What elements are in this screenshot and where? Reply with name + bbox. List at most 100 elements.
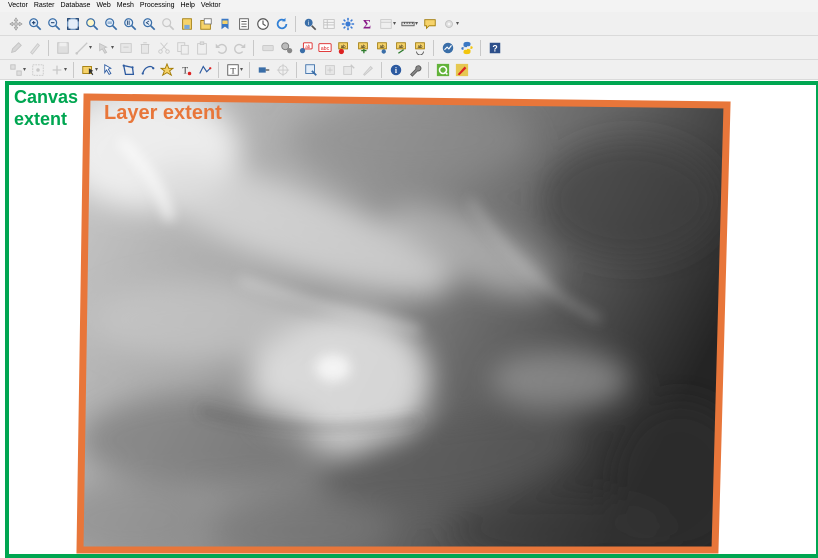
text-annotation-icon[interactable]: T	[178, 62, 193, 77]
chevron-down-icon[interactable]: ▾	[89, 44, 92, 51]
zoom-out-icon[interactable]	[46, 16, 61, 31]
attribute-table-icon[interactable]	[321, 16, 336, 31]
show-bookmarks-icon[interactable]	[198, 16, 213, 31]
move-label-icon[interactable]: abc	[317, 40, 332, 55]
brush-icon[interactable]	[360, 62, 375, 77]
text-box-icon[interactable]: T	[225, 62, 240, 77]
cut-features-icon[interactable]	[156, 40, 171, 55]
menu-item-mesh[interactable]: Mesh	[114, 0, 137, 12]
label-edit-icon[interactable]: ab	[393, 40, 408, 55]
attribute-book-icon[interactable]	[236, 16, 251, 31]
svg-text:T: T	[230, 65, 236, 75]
add-feature-icon[interactable]	[322, 62, 337, 77]
zoom-full-icon[interactable]	[65, 16, 80, 31]
tracing-icon[interactable]	[197, 62, 212, 77]
rotate-label-icon[interactable]: ab	[336, 40, 351, 55]
edit-pencil-icon[interactable]	[8, 40, 23, 55]
menu-item-web[interactable]: Web	[93, 0, 113, 12]
svg-text:ab: ab	[398, 44, 403, 49]
menu-item-vector[interactable]: Vector	[0, 0, 31, 12]
show-hide-labels-icon[interactable]: ab	[298, 40, 313, 55]
advanced-digitize-icon[interactable]	[30, 62, 45, 77]
snapping-icon[interactable]	[8, 62, 23, 77]
toolbar-separator	[296, 61, 298, 78]
pin-labels-icon[interactable]	[279, 40, 294, 55]
chevron-down-icon[interactable]: ▾	[64, 66, 67, 73]
chevron-down-icon[interactable]: ▾	[456, 20, 459, 27]
svg-text:?: ?	[492, 43, 497, 53]
save-edits-icon[interactable]	[55, 40, 70, 55]
new-bookmark-icon[interactable]	[179, 16, 194, 31]
toolbar-separator	[295, 15, 296, 32]
zoom-layer-icon[interactable]	[103, 16, 118, 31]
pan-icon[interactable]	[8, 16, 23, 31]
toolbar-separator	[48, 39, 49, 56]
advanced-toolbar: ▾ ▾ ▾ T T ▾ i	[0, 60, 818, 80]
svg-text:ab: ab	[379, 44, 384, 49]
paste-features-icon[interactable]	[194, 40, 209, 55]
select-polygon-icon[interactable]	[102, 62, 117, 77]
menu-item-processing[interactable]: Processing	[137, 0, 178, 12]
toolbar-separator	[381, 61, 383, 78]
statistics-icon[interactable]: Σ	[359, 16, 374, 31]
identify-icon[interactable]: i	[302, 16, 317, 31]
chevron-down-icon[interactable]: ▾	[95, 66, 98, 73]
select-features-icon[interactable]	[80, 62, 95, 77]
identify-results-icon[interactable]: i	[388, 62, 403, 77]
select-freehand-icon[interactable]	[121, 62, 136, 77]
measure-line-icon[interactable]	[256, 62, 271, 77]
zoom-window-icon[interactable]	[303, 62, 318, 77]
settings-icon[interactable]	[340, 16, 355, 31]
map-canvas[interactable]: Canvas extent Layer extent	[0, 80, 818, 558]
zoom-next-icon[interactable]	[160, 16, 175, 31]
change-label-icon[interactable]: ab	[355, 40, 370, 55]
star-icon[interactable]	[159, 62, 174, 77]
wrench-icon[interactable]	[407, 62, 422, 77]
toggle-editing-icon[interactable]	[27, 40, 42, 55]
layer-diagram-icon[interactable]	[440, 40, 455, 55]
select-radius-icon[interactable]	[140, 62, 155, 77]
copy-features-icon[interactable]	[175, 40, 190, 55]
svg-text:Σ: Σ	[362, 17, 370, 31]
delete-selected-icon[interactable]	[137, 40, 152, 55]
modify-attributes-icon[interactable]	[118, 40, 133, 55]
table-icon[interactable]	[378, 16, 393, 31]
help-icon[interactable]: ?	[487, 40, 502, 55]
clock-icon[interactable]	[255, 16, 270, 31]
gear-icon[interactable]	[441, 16, 456, 31]
vertex-tool-icon[interactable]	[96, 40, 111, 55]
split-icon[interactable]	[49, 62, 64, 77]
measure-icon[interactable]	[400, 16, 415, 31]
zoom-selection-icon[interactable]	[84, 16, 99, 31]
svg-text:i: i	[308, 19, 309, 26]
menu-item-help[interactable]: Help	[178, 0, 198, 12]
qgis-plugin-icon[interactable]	[435, 62, 450, 77]
edit-feature-icon[interactable]	[341, 62, 356, 77]
digitize-line-icon[interactable]	[74, 40, 89, 55]
redo-icon[interactable]	[232, 40, 247, 55]
undo-icon[interactable]	[213, 40, 228, 55]
menu-item-database[interactable]: Database	[57, 0, 93, 12]
zoom-last-icon[interactable]	[141, 16, 156, 31]
crosshair-icon[interactable]	[275, 62, 290, 77]
zoom-native-icon[interactable]	[122, 16, 137, 31]
zoom-in-icon[interactable]	[27, 16, 42, 31]
label-rotate-icon[interactable]: ab	[412, 40, 427, 55]
chevron-down-icon[interactable]: ▾	[111, 44, 114, 51]
label-toolbar-icon[interactable]	[260, 40, 275, 55]
temporal-controller-icon[interactable]	[217, 16, 232, 31]
label-properties-icon[interactable]: ab	[374, 40, 389, 55]
python-icon[interactable]	[459, 40, 474, 55]
map-tips-icon[interactable]	[422, 16, 437, 31]
refresh-icon[interactable]	[274, 16, 289, 31]
edit-style-icon[interactable]	[454, 62, 469, 77]
menu-item-raster[interactable]: Raster	[31, 0, 58, 12]
chevron-down-icon[interactable]: ▾	[393, 20, 396, 27]
canvas-label-line2: extent	[14, 109, 68, 129]
digitizing-toolbar: ▾ ▾ ab abc ab ab ab ab ab ?	[0, 36, 818, 60]
chevron-down-icon[interactable]: ▾	[415, 20, 418, 27]
menu-bar: Vector Raster Database Web Mesh Processing Hel…	[0, 0, 818, 12]
chevron-down-icon[interactable]: ▾	[240, 66, 243, 73]
chevron-down-icon[interactable]: ▾	[23, 66, 26, 73]
menu-item-vektor[interactable]: Vektor	[198, 0, 224, 12]
